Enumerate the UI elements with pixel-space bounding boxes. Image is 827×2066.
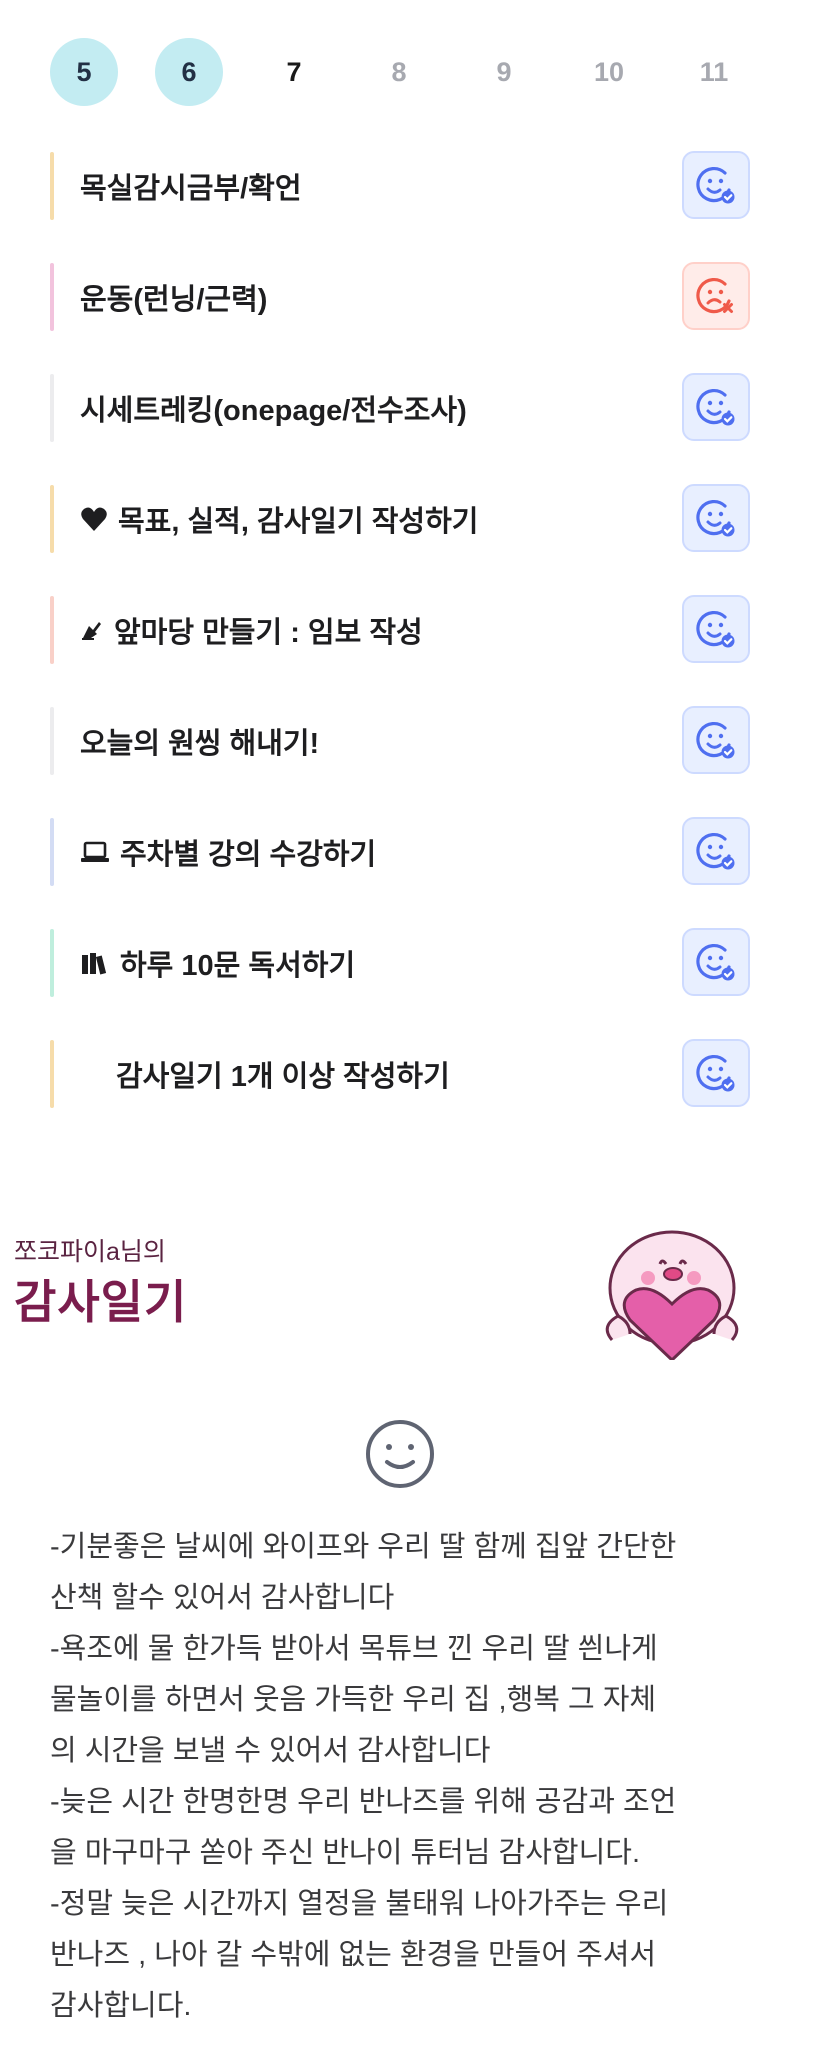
habit-row[interactable]: 주차별 강의 수강하기 xyxy=(50,816,750,888)
habit-label-row: 오늘의 원씽 해내기! xyxy=(80,720,319,762)
smiley-check-icon[interactable] xyxy=(682,484,750,552)
habit-label: 주차별 강의 수강하기 xyxy=(120,839,377,871)
writing-hand-icon xyxy=(80,618,104,642)
day-9[interactable]: 9 xyxy=(470,38,538,106)
habit-row[interactable]: 목표, 실적, 감사일기 작성하기 xyxy=(50,483,750,555)
smiley-check-icon[interactable] xyxy=(682,1039,750,1107)
habit-label: 앞마당 만들기 : 임보 작성 xyxy=(114,617,423,649)
day-7[interactable]: 7 xyxy=(260,38,328,106)
heart-icon xyxy=(80,506,108,532)
habit-color-bar xyxy=(50,929,54,997)
habit-color-bar xyxy=(50,485,54,553)
diary-line: 감사합니다. xyxy=(50,1990,192,2022)
diary-line: -욕조에 물 한가득 받아서 목튜브 낀 우리 딸 씐나게 xyxy=(50,1633,658,1665)
diary-line: 물놀이를 하면서 웃음 가득한 우리 집 ,행복 그 자체 xyxy=(50,1684,657,1716)
smiley-check-icon[interactable] xyxy=(682,151,750,219)
habit-label: 목실감시금부/확언 xyxy=(80,173,302,205)
mascot-heart-icon xyxy=(605,1230,739,1360)
day-10[interactable]: 10 xyxy=(575,38,643,106)
diary-line: -기분좋은 날씨에 와이프와 우리 딸 함께 집앞 간단한 xyxy=(50,1531,677,1563)
diary-title: 감사일기 xyxy=(14,1276,188,1328)
habit-color-bar xyxy=(50,374,54,442)
habit-label-row: 운동(런닝/근력) xyxy=(80,276,267,318)
diary-text: -기분좋은 날씨에 와이프와 우리 딸 함께 집앞 간단한산책 할수 있어서 감… xyxy=(50,1522,770,2032)
habit-label-row: 주차별 강의 수강하기 xyxy=(80,831,376,873)
habit-color-bar xyxy=(50,818,54,886)
habit-row[interactable]: 목실감시금부/확언 xyxy=(50,150,750,222)
habit-color-bar xyxy=(50,1040,54,1108)
diary-owner: 쪼코파이a님의 xyxy=(14,1238,166,1266)
diary-line: 산책 할수 있어서 감사합니다 xyxy=(50,1582,395,1614)
habit-row[interactable]: 감사일기 1개 이상 작성하기 xyxy=(50,1038,750,1110)
books-icon xyxy=(80,950,110,976)
diary-line: 반나즈 , 나아 갈 수밖에 없는 환경을 만들어 주셔서 xyxy=(50,1939,657,1971)
diary-line: 을 마구마구 쏟아 주신 반나이 튜터님 감사합니다. xyxy=(50,1837,641,1869)
laptop-icon xyxy=(80,840,110,864)
habit-color-bar xyxy=(50,152,54,220)
day-5[interactable]: 5 xyxy=(50,38,118,106)
habit-row[interactable]: 운동(런닝/근력) xyxy=(50,261,750,333)
habit-label-row: 감사일기 1개 이상 작성하기 xyxy=(80,1053,450,1095)
smiley-check-icon[interactable] xyxy=(682,817,750,885)
habit-row[interactable]: 오늘의 원씽 해내기! xyxy=(50,705,750,777)
habit-label-row: 앞마당 만들기 : 임보 작성 xyxy=(80,609,423,651)
habit-label: 목표, 실적, 감사일기 작성하기 xyxy=(118,506,479,538)
habit-row[interactable]: 하루 10문 독서하기 xyxy=(50,927,750,999)
week-day-selector: 5 6 7 8 9 10 11 xyxy=(50,38,740,108)
habit-label: 감사일기 1개 이상 작성하기 xyxy=(116,1061,450,1093)
sad-x-icon[interactable] xyxy=(682,262,750,330)
habit-label-row: 목표, 실적, 감사일기 작성하기 xyxy=(80,498,478,540)
diary-line: -늦은 시간 한명한명 우리 반나즈를 위해 공감과 조언 xyxy=(50,1786,677,1818)
habit-color-bar xyxy=(50,263,54,331)
habit-color-bar xyxy=(50,596,54,664)
smiley-check-icon[interactable] xyxy=(682,595,750,663)
habit-row[interactable]: 앞마당 만들기 : 임보 작성 xyxy=(50,594,750,666)
smiley-face-icon xyxy=(366,1420,434,1488)
habit-label: 오늘의 원씽 해내기! xyxy=(80,728,320,760)
day-11[interactable]: 11 xyxy=(680,38,748,106)
habit-label-row: 목실감시금부/확언 xyxy=(80,165,302,207)
habit-color-bar xyxy=(50,707,54,775)
habit-label-row: 하루 10문 독서하기 xyxy=(80,942,355,984)
smiley-check-icon[interactable] xyxy=(682,706,750,774)
habit-label: 시세트레킹(onepage/전수조사) xyxy=(80,395,467,427)
habit-label: 하루 10문 독서하기 xyxy=(120,950,356,982)
habit-row[interactable]: 시세트레킹(onepage/전수조사) xyxy=(50,372,750,444)
smiley-check-icon[interactable] xyxy=(682,373,750,441)
habit-label-row: 시세트레킹(onepage/전수조사) xyxy=(80,387,467,429)
day-6[interactable]: 6 xyxy=(155,38,223,106)
habit-label: 운동(런닝/근력) xyxy=(80,284,268,316)
smiley-check-icon[interactable] xyxy=(682,928,750,996)
day-8[interactable]: 8 xyxy=(365,38,433,106)
diary-line: 의 시간을 보낼 수 있어서 감사합니다 xyxy=(50,1735,491,1767)
diary-line: -정말 늦은 시간까지 열정을 불태워 나아가주는 우리 xyxy=(50,1888,669,1920)
